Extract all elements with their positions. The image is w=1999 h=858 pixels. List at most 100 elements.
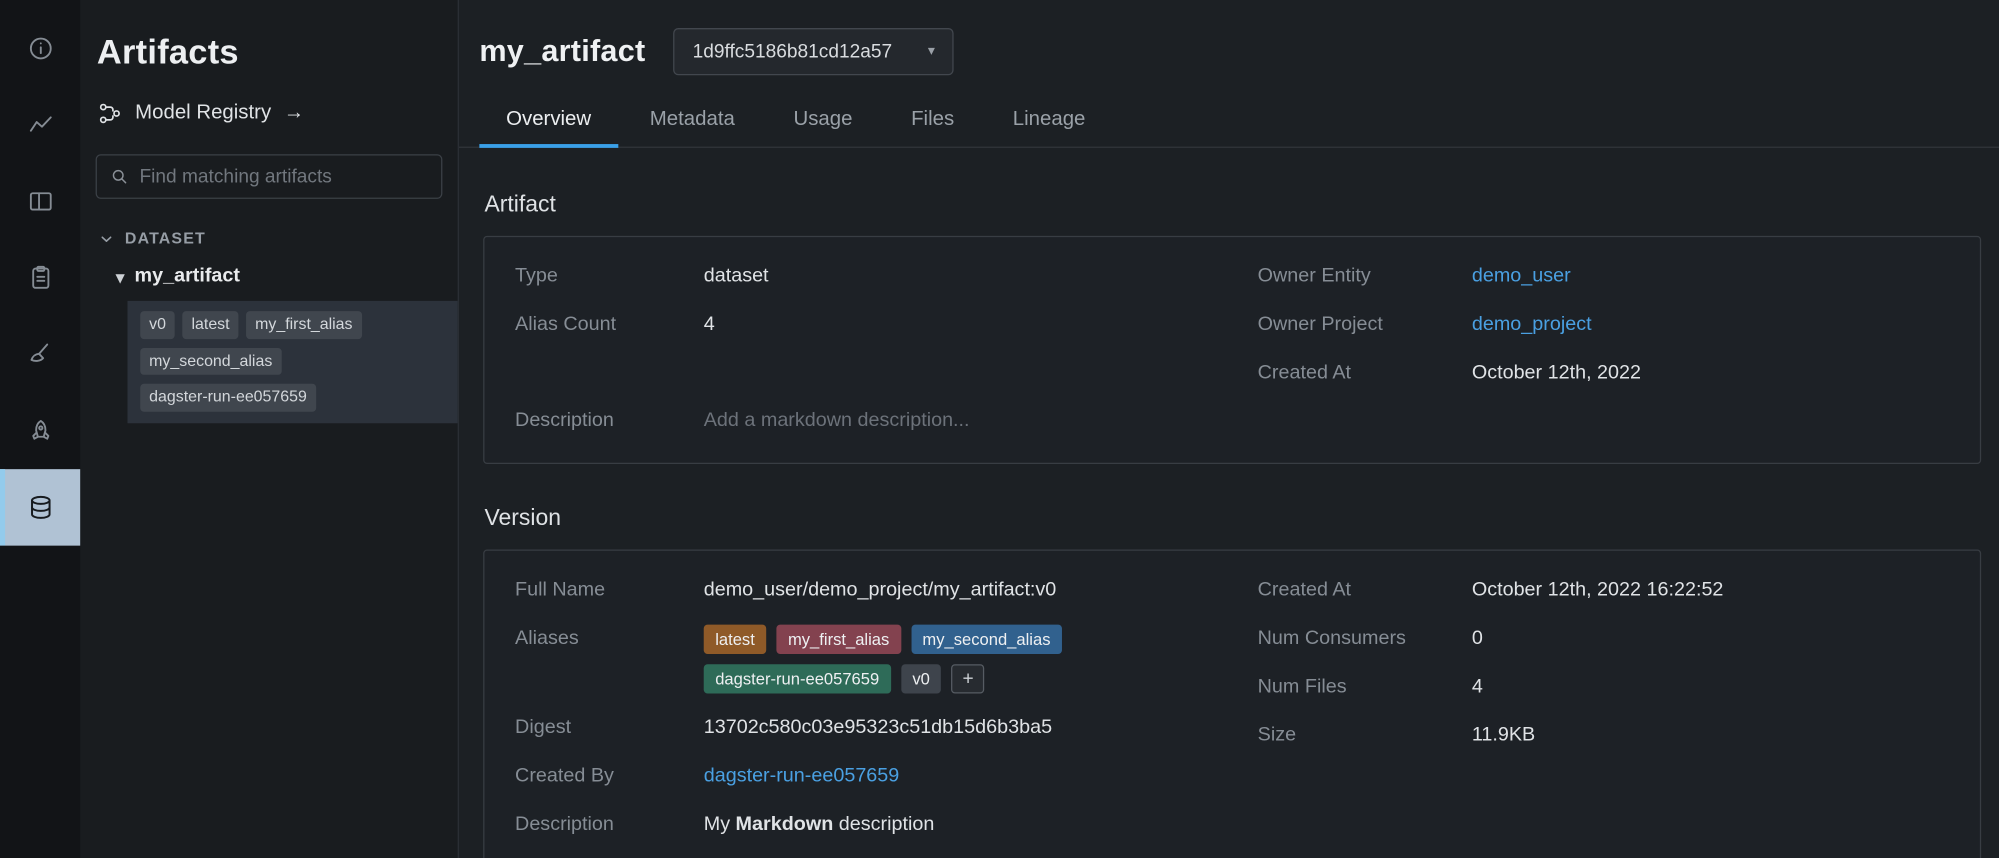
- version-panel-right: Created At October 12th, 2022 16:22:52 N…: [1258, 576, 1950, 858]
- tab-usage[interactable]: Usage: [767, 96, 880, 147]
- tree-group-dataset[interactable]: DATASET: [98, 229, 442, 247]
- field-label: Aliases: [515, 625, 704, 653]
- tab-bar: Overview Metadata Usage Files Lineage: [459, 96, 1999, 148]
- field-label: Description: [515, 811, 704, 839]
- clipboard-icon: [26, 264, 54, 292]
- tree-version-item-selected[interactable]: v0 latest my_first_alias my_second_alias…: [127, 301, 457, 423]
- field-label: Num Files: [1258, 673, 1472, 701]
- owner-project-link[interactable]: demo_project: [1472, 311, 1592, 339]
- field-created-by: Created By dagster-run-ee057659: [515, 762, 1207, 790]
- field-label: Alias Count: [515, 311, 704, 339]
- field-value: 11.9KB: [1472, 722, 1535, 750]
- search-input[interactable]: [139, 166, 428, 188]
- version-description-value: My Markdown description: [704, 811, 935, 839]
- version-tag: latest: [183, 311, 239, 338]
- alias-chip: v0: [901, 664, 941, 693]
- field-value: October 12th, 2022 16:22:52: [1472, 576, 1724, 604]
- field-label: Created At: [1258, 360, 1472, 388]
- field-label: Owner Entity: [1258, 263, 1472, 291]
- version-tag: dagster-run-ee057659: [140, 384, 316, 411]
- field-label: Owner Project: [1258, 311, 1472, 339]
- app-rail: [0, 0, 80, 858]
- field-owner-project: Owner Project demo_project: [1258, 311, 1950, 339]
- alias-chip-list: latest my_first_alias my_second_alias da…: [704, 625, 1207, 694]
- tab-files[interactable]: Files: [884, 96, 981, 147]
- field-value: dataset: [704, 263, 769, 291]
- nav-reports-button[interactable]: [0, 240, 80, 316]
- search-icon: [110, 166, 130, 188]
- version-select-dropdown[interactable]: 1d9ffc5186b81cd12a57 ▾: [673, 28, 954, 75]
- nav-tables-button[interactable]: [0, 163, 80, 239]
- chevron-down-icon: ▾: [928, 45, 935, 59]
- tab-lineage[interactable]: Lineage: [986, 96, 1112, 147]
- field-full-name: Full Name demo_user/demo_project/my_arti…: [515, 576, 1207, 604]
- alias-chip: my_first_alias: [776, 625, 900, 654]
- tree-item-my-artifact[interactable]: ▾ my_artifact: [116, 265, 442, 288]
- spacer: [515, 360, 1207, 407]
- model-registry-link[interactable]: Model Registry →: [97, 101, 442, 126]
- artifacts-sidebar: Artifacts Model Registry → DATASET ▾: [80, 0, 459, 858]
- nav-info-button[interactable]: [0, 10, 80, 86]
- nav-artifacts-button[interactable]: [0, 469, 80, 545]
- field-label: Description: [515, 407, 704, 435]
- field-num-files: Num Files 4: [1258, 673, 1950, 701]
- created-by-link[interactable]: dagster-run-ee057659: [704, 762, 900, 790]
- tab-overview[interactable]: Overview: [479, 96, 618, 148]
- version-panel-left: Full Name demo_user/demo_project/my_arti…: [515, 576, 1207, 858]
- nav-charts-button[interactable]: [0, 87, 80, 163]
- field-size: Size 11.9KB: [1258, 722, 1950, 750]
- field-created-at: Created At October 12th, 2022: [1258, 360, 1950, 388]
- field-label: Num Consumers: [1258, 625, 1472, 653]
- version-tag: my_second_alias: [140, 347, 281, 374]
- field-label: Size: [1258, 722, 1472, 750]
- version-panel: Full Name demo_user/demo_project/my_arti…: [483, 549, 1981, 858]
- field-label: Created At: [1258, 576, 1472, 604]
- tree-artifact-label: my_artifact: [135, 265, 240, 288]
- field-value: 0: [1472, 625, 1483, 653]
- field-aliases: Aliases latest my_first_alias my_second_…: [515, 625, 1207, 694]
- field-owner-entity: Owner Entity demo_user: [1258, 263, 1950, 291]
- arrow-right-icon: →: [284, 102, 304, 125]
- field-type: Type dataset: [515, 263, 1207, 291]
- field-label: Created By: [515, 762, 704, 790]
- field-label: Full Name: [515, 576, 704, 604]
- field-description: Description Add a markdown description..…: [515, 407, 1207, 435]
- digest-value: 13702c580c03e95323c51db15d6b3ba5: [704, 714, 1052, 742]
- tree-group-label: DATASET: [125, 229, 206, 247]
- alias-chip: latest: [704, 625, 767, 654]
- info-icon: [26, 34, 54, 62]
- add-alias-button[interactable]: +: [952, 664, 985, 693]
- caret-down-icon: ▾: [116, 268, 124, 285]
- field-value: October 12th, 2022: [1472, 360, 1641, 388]
- database-icon: [26, 493, 54, 521]
- rocket-icon: [26, 417, 54, 445]
- field-value: demo_user/demo_project/my_artifact:v0: [704, 576, 1057, 604]
- tab-metadata[interactable]: Metadata: [623, 96, 762, 147]
- alias-chip: dagster-run-ee057659: [704, 664, 891, 693]
- field-alias-count: Alias Count 4: [515, 311, 1207, 339]
- version-tag: my_first_alias: [246, 311, 361, 338]
- field-label: Type: [515, 263, 704, 291]
- line-chart-icon: [26, 111, 54, 139]
- broom-icon: [26, 340, 54, 368]
- sidebar-title: Artifacts: [97, 33, 442, 73]
- nav-sweeps-button[interactable]: [0, 316, 80, 392]
- version-tag: v0: [140, 311, 175, 338]
- page-title: my_artifact: [479, 34, 645, 70]
- field-version-description: Description My Markdown description: [515, 811, 1207, 839]
- model-registry-icon: [97, 101, 122, 126]
- nav-launch-button[interactable]: [0, 393, 80, 469]
- panels-icon: [26, 187, 54, 215]
- alias-chip: my_second_alias: [911, 625, 1062, 654]
- field-digest: Digest 13702c580c03e95323c51db15d6b3ba5: [515, 714, 1207, 742]
- description-bold-word: Markdown: [736, 813, 834, 835]
- description-editor-placeholder[interactable]: Add a markdown description...: [704, 407, 970, 435]
- artifact-search[interactable]: [96, 154, 443, 199]
- field-version-created-at: Created At October 12th, 2022 16:22:52: [1258, 576, 1950, 604]
- chevron-down-icon: [98, 230, 115, 247]
- artifact-header: my_artifact 1d9ffc5186b81cd12a57 ▾: [459, 0, 1999, 96]
- owner-entity-link[interactable]: demo_user: [1472, 263, 1571, 291]
- model-registry-label: Model Registry: [135, 102, 271, 125]
- version-section-heading: Version: [484, 505, 1981, 532]
- app-root: Artifacts Model Registry → DATASET ▾: [0, 0, 1999, 858]
